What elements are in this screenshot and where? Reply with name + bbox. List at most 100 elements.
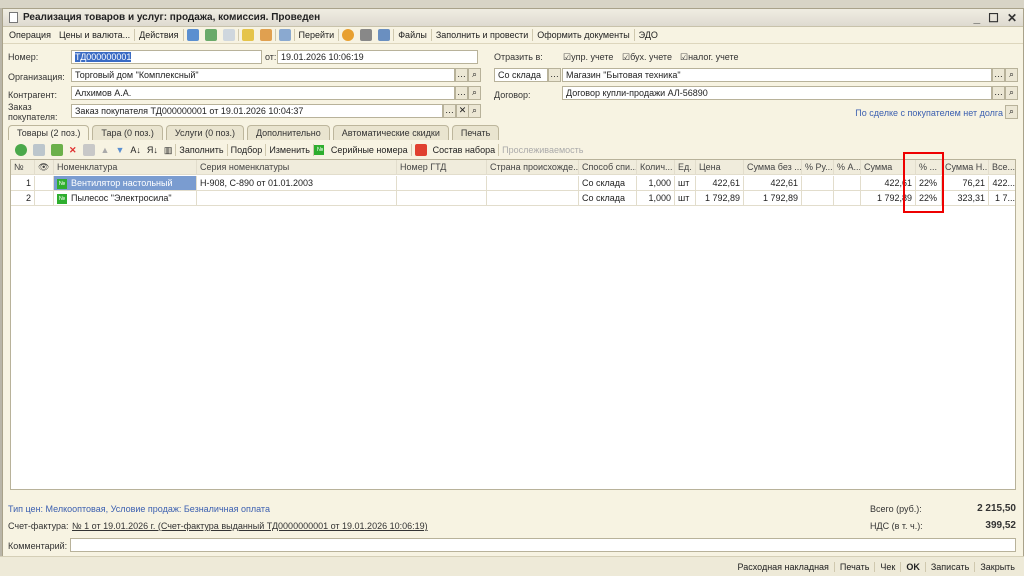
order-field[interactable]: Заказ покупателя ТД000000001 от 19.01.20… <box>71 104 443 118</box>
contractor-select-button[interactable]: … <box>455 86 468 100</box>
goto-menu[interactable]: Перейти <box>295 30 339 40</box>
contract-select-button[interactable]: … <box>992 86 1005 100</box>
print-button[interactable]: Печать <box>833 561 874 572</box>
unpost-icon[interactable] <box>259 29 272 41</box>
maximize-button[interactable]: ☐ <box>988 11 999 25</box>
order-select-button[interactable]: … <box>443 104 456 118</box>
table-cell[interactable]: 323,31 <box>942 191 989 206</box>
actions-menu[interactable]: Действия <box>135 30 182 40</box>
sort-asc-icon[interactable]: А↓ <box>127 145 144 155</box>
delete-row-icon[interactable]: ✕ <box>66 145 80 156</box>
contract-field[interactable]: Договор купли-продажи АЛ-56890 <box>562 86 992 100</box>
debt-search-icon[interactable]: ⌕ <box>1005 105 1018 119</box>
tab-auto-discounts[interactable]: Автоматические скидки <box>332 125 449 140</box>
order-search-icon[interactable]: ⌕ <box>468 104 481 118</box>
table-cell[interactable]: 1,000 <box>637 191 675 206</box>
table-cell[interactable] <box>487 176 579 191</box>
add-row-icon[interactable] <box>15 144 27 156</box>
table-cell[interactable] <box>802 191 834 206</box>
structure-icon[interactable] <box>278 29 291 41</box>
table-cell[interactable]: 422,61 <box>696 176 744 191</box>
end-edit-icon[interactable] <box>82 144 95 156</box>
tab-containers[interactable]: Тара (0 поз.) <box>92 125 163 140</box>
contractor-field[interactable]: Алхимов А.А. <box>71 86 455 100</box>
table-cell[interactable]: 1 7... <box>989 191 1015 206</box>
table-cell[interactable]: 76,21 <box>942 176 989 191</box>
copy-row-icon[interactable] <box>33 144 45 156</box>
save-button[interactable]: Записать <box>924 561 974 572</box>
table-cell[interactable]: 422... <box>989 176 1015 191</box>
org-field[interactable]: Торговый дом "Комплексный" <box>71 68 455 82</box>
help-icon[interactable] <box>342 29 355 41</box>
comment-input[interactable] <box>70 538 1016 552</box>
table-cell[interactable] <box>35 176 54 191</box>
tab-additional[interactable]: Дополнительно <box>246 125 330 140</box>
serials-button[interactable]: Серийные номера <box>328 145 411 155</box>
column-header[interactable]: Сумма Н... <box>942 160 989 175</box>
column-header[interactable]: Страна происхожде... <box>487 160 579 175</box>
table-cell[interactable] <box>487 191 579 206</box>
waybill-button[interactable]: Расходная накладная <box>733 562 834 572</box>
fill-post-button[interactable]: Заполнить и провести <box>432 30 532 40</box>
org-search-icon[interactable]: ⌕ <box>468 68 481 82</box>
table-cell[interactable]: № Вентилятор настольный <box>54 176 197 191</box>
warehouse-select-button[interactable]: … <box>992 68 1005 82</box>
change-button[interactable]: Изменить <box>266 145 313 155</box>
invoice-link[interactable]: № 1 от 19.01.2026 г. (Счет-фактура выдан… <box>72 521 428 531</box>
tab-services[interactable]: Услуги (0 поз.) <box>165 125 244 140</box>
fill-menu[interactable]: Заполнить <box>176 145 226 155</box>
table-cell[interactable]: Со склада <box>579 176 637 191</box>
column-header[interactable]: Способ спи... <box>579 160 637 175</box>
warehouse-mode-button[interactable]: … <box>548 68 561 82</box>
barcode-icon[interactable]: ▥ <box>161 145 176 156</box>
number-field[interactable]: ТД000000001 <box>71 50 262 64</box>
column-header[interactable]: % А... <box>834 160 861 175</box>
pick-button[interactable]: Подбор <box>228 145 266 155</box>
table-cell[interactable] <box>197 191 397 206</box>
checkbox-mgmt[interactable]: ☑упр. учете <box>563 52 613 63</box>
ok-button[interactable]: OK <box>900 561 925 572</box>
operation-menu[interactable]: Операция <box>5 30 55 40</box>
column-header[interactable]: Ед. <box>675 160 696 175</box>
receipt-button[interactable]: Чек <box>874 561 900 572</box>
move-up-icon[interactable]: ▲ <box>98 145 113 155</box>
table-row[interactable]: 1 № Вентилятор настольный Н-908, С-890 от 0… <box>11 176 1015 191</box>
column-header[interactable]: Номер ГТД <box>397 160 487 175</box>
trace-button[interactable]: Прослеживаемость <box>499 145 586 155</box>
table-row[interactable]: 2 № Пылесос "Электросила" Со склада 1,000 шт 1… <box>11 191 1015 206</box>
column-header[interactable]: % Ру... <box>802 160 834 175</box>
column-header[interactable]: Все... <box>989 160 1015 175</box>
table-cell[interactable] <box>834 191 861 206</box>
table-cell[interactable]: шт <box>675 191 696 206</box>
table-cell[interactable]: 2 <box>11 191 35 206</box>
table-cell[interactable]: 1 792,89 <box>744 191 802 206</box>
price-type-link[interactable]: Тип цен: Мелкооптовая, Условие продаж: Б… <box>8 504 270 514</box>
table-cell[interactable] <box>834 176 861 191</box>
files-button[interactable]: Файлы <box>394 30 431 40</box>
warehouse-field[interactable]: Магазин "Бытовая техника" <box>562 68 992 82</box>
checkbox-acc[interactable]: ☑бух. учете <box>622 52 672 63</box>
table-cell[interactable] <box>35 191 54 206</box>
column-header[interactable]: Серия номенклатуры <box>197 160 397 175</box>
tab-goods[interactable]: Товары (2 поз.) <box>8 125 90 140</box>
column-header[interactable]: Цена <box>696 160 744 175</box>
table-cell[interactable]: 1,000 <box>637 176 675 191</box>
close-button[interactable]: ✕ <box>1007 11 1017 25</box>
move-down-icon[interactable]: ▼ <box>112 145 127 155</box>
eye-icon[interactable]: 👁 <box>35 160 54 175</box>
post-icon[interactable] <box>186 29 199 41</box>
kit-button[interactable]: Состав набора <box>430 145 498 155</box>
prices-button[interactable]: Цены и валюта... <box>55 30 134 40</box>
edo-menu[interactable]: ЭДО <box>635 30 662 40</box>
table-cell[interactable]: Со склада <box>579 191 637 206</box>
column-header[interactable]: Колич... <box>637 160 675 175</box>
column-header[interactable]: Сумма без ... <box>744 160 802 175</box>
tab-print[interactable]: Печать <box>451 125 500 140</box>
settings-list-icon[interactable] <box>378 29 391 41</box>
checkbox-tax[interactable]: ☑налог. учете <box>680 52 739 63</box>
edit-row-icon[interactable] <box>51 144 63 156</box>
table-cell[interactable]: Н-908, С-890 от 01.01.2003 <box>197 176 397 191</box>
table-cell[interactable]: 422,61 <box>744 176 802 191</box>
table-cell[interactable]: 1 <box>11 176 35 191</box>
add-based-icon[interactable] <box>241 29 254 41</box>
